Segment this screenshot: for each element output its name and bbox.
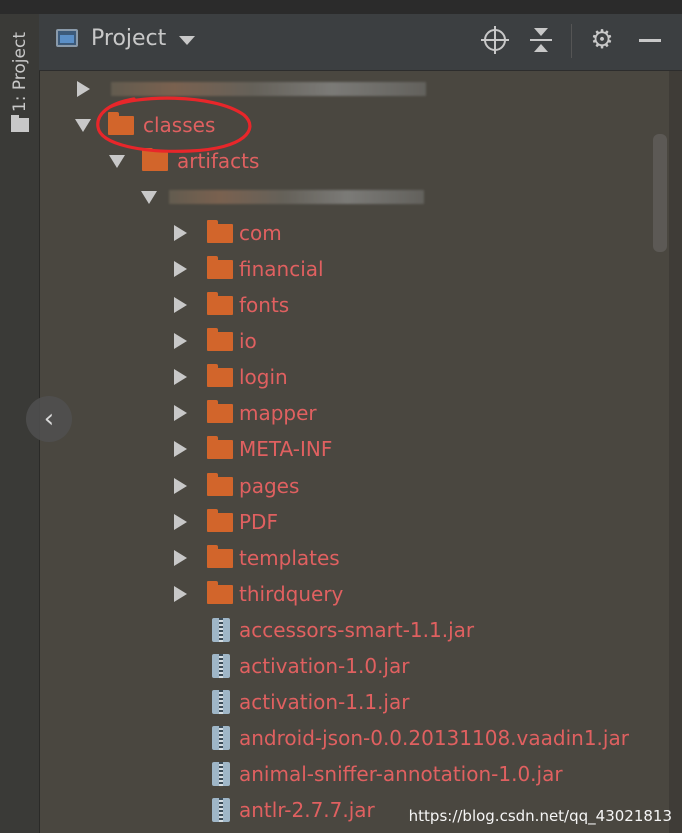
project-tree: classes artifacts com financial fonts io…: [39, 71, 669, 833]
chevron-down-icon[interactable]: [179, 36, 195, 45]
project-panel-header: Project ⚙: [39, 14, 682, 71]
project-tool-tab-label: 1: Project: [10, 32, 30, 113]
folder-icon: [207, 327, 233, 351]
hide-panel-button[interactable]: [636, 26, 664, 54]
tree-row-folder[interactable]: META-INF: [174, 433, 332, 465]
tree-label: antlr-2.7.7.jar: [239, 798, 375, 822]
previous-button[interactable]: ‹: [26, 396, 72, 442]
tree-label: android-json-0.0.20131108.vaadin1.jar: [239, 726, 629, 750]
redacted-text: [111, 82, 426, 96]
scrollbar-thumb[interactable]: [653, 134, 667, 252]
collapse-arrow-icon[interactable]: [141, 190, 157, 204]
collapse-icon: [534, 28, 548, 36]
tree-label: fonts: [239, 293, 290, 317]
collapse-arrow-icon[interactable]: [109, 154, 125, 168]
collapse-arrow-icon[interactable]: [75, 118, 91, 132]
tree-label-classes: classes: [143, 113, 216, 137]
jar-archive-icon: [212, 762, 230, 786]
expand-arrow-icon[interactable]: [174, 405, 187, 421]
expand-arrow-icon[interactable]: [174, 297, 187, 313]
expand-arrow-icon[interactable]: [174, 478, 187, 494]
redacted-text: [169, 190, 424, 204]
tree-row-jar[interactable]: animal-sniffer-annotation-1.0.jar: [212, 758, 563, 790]
folder-icon: [207, 399, 233, 423]
settings-button[interactable]: ⚙: [588, 26, 616, 54]
jar-archive-icon: [212, 654, 230, 678]
project-view-icon: [56, 29, 78, 47]
expand-arrow-icon[interactable]: [174, 225, 187, 241]
folder-icon: [207, 219, 233, 243]
tree-row-folder[interactable]: mapper: [174, 397, 317, 429]
tree-row-classes[interactable]: classes: [75, 109, 215, 141]
folder-icon: [207, 435, 233, 459]
expand-arrow-icon[interactable]: [174, 586, 187, 602]
folder-icon: [207, 363, 233, 387]
tree-label: financial: [239, 257, 324, 281]
expand-arrow-icon[interactable]: [174, 514, 187, 530]
tree-label: com: [239, 221, 282, 245]
tree-label: animal-sniffer-annotation-1.0.jar: [239, 762, 563, 786]
expand-arrow-icon[interactable]: [174, 261, 187, 277]
chevron-left-icon: ‹: [43, 404, 55, 434]
tree-row-folder[interactable]: io: [174, 325, 257, 357]
folder-icon: [108, 111, 134, 135]
collapse-all-button[interactable]: [528, 26, 556, 54]
tree-label: accessors-smart-1.1.jar: [239, 618, 475, 642]
folder-icon: [207, 472, 233, 496]
expand-arrow-icon[interactable]: [174, 369, 187, 385]
folder-icon: [11, 115, 29, 133]
tree-label: META-INF: [239, 437, 333, 461]
tree-label: thirdquery: [239, 582, 344, 606]
expand-arrow-icon[interactable]: [174, 550, 187, 566]
tree-label: io: [239, 329, 257, 353]
folder-icon: [207, 508, 233, 532]
tree-row-folder[interactable]: financial: [174, 253, 324, 285]
jar-archive-icon: [212, 798, 230, 822]
jar-archive-icon: [212, 726, 230, 750]
tree-label: login: [239, 365, 288, 389]
tree-row-folder[interactable]: thirdquery: [174, 578, 343, 610]
header-divider: [571, 24, 572, 58]
folder-icon: [207, 291, 233, 315]
minimize-icon: [639, 39, 661, 42]
tree-row-folder[interactable]: templates: [174, 542, 340, 574]
tree-label: templates: [239, 546, 340, 570]
tree-row-jar[interactable]: activation-1.0.jar: [212, 650, 409, 682]
project-tool-tab[interactable]: 1: Project: [4, 32, 36, 162]
expand-arrow-icon[interactable]: [77, 81, 90, 97]
window-top-strip: [0, 0, 682, 14]
folder-icon: [207, 255, 233, 279]
expand-arrow-icon[interactable]: [174, 333, 187, 349]
tree-row-jar[interactable]: accessors-smart-1.1.jar: [212, 614, 474, 646]
tree-row-jar[interactable]: android-json-0.0.20131108.vaadin1.jar: [212, 722, 629, 754]
panel-title[interactable]: Project: [91, 26, 166, 51]
tree-row-redacted[interactable]: [77, 73, 90, 105]
folder-icon: [142, 147, 168, 171]
tree-row-folder[interactable]: PDF: [174, 506, 278, 538]
scrollbar-track[interactable]: [669, 71, 682, 833]
locate-file-button[interactable]: [481, 26, 509, 54]
tree-label: activation-1.0.jar: [239, 654, 410, 678]
tree-row-jar[interactable]: antlr-2.7.7.jar: [212, 794, 375, 826]
jar-archive-icon: [212, 690, 230, 714]
tree-row-jar[interactable]: activation-1.1.jar: [212, 686, 409, 718]
tree-label: PDF: [239, 510, 278, 534]
tree-row-redacted-expanded[interactable]: [141, 181, 157, 213]
tree-label: activation-1.1.jar: [239, 690, 410, 714]
tree-row-folder[interactable]: pages: [174, 470, 299, 502]
tree-label: mapper: [239, 401, 317, 425]
watermark-text: https://blog.csdn.net/qq_43021813: [408, 807, 672, 825]
tree-label-artifacts: artifacts: [177, 149, 260, 173]
jar-archive-icon: [212, 618, 230, 642]
tree-row-folder[interactable]: fonts: [174, 289, 289, 321]
tree-row-folder[interactable]: com: [174, 217, 282, 249]
tree-row-folder[interactable]: login: [174, 361, 288, 393]
gear-icon: ⚙: [590, 25, 614, 55]
folder-icon: [207, 544, 233, 568]
tree-row-artifacts[interactable]: artifacts: [109, 145, 259, 177]
expand-arrow-icon[interactable]: [174, 441, 187, 457]
tree-label: pages: [239, 474, 300, 498]
folder-icon: [207, 580, 233, 604]
